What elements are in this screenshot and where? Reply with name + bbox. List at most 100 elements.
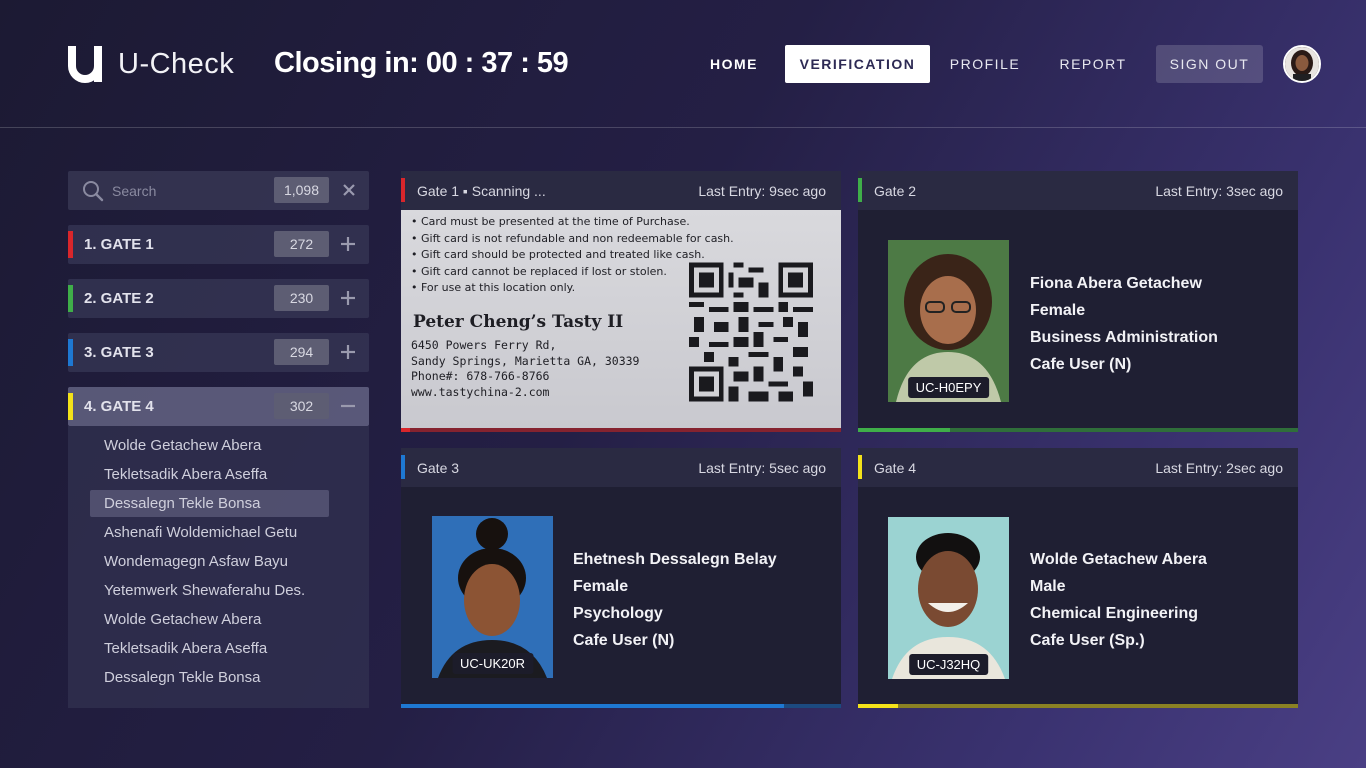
progress-fill	[858, 704, 898, 708]
nav-verification[interactable]: VERIFICATION	[785, 45, 930, 83]
gate-label: 3. GATE 3	[84, 344, 154, 361]
student-department: Chemical Engineering	[1030, 605, 1199, 622]
gate-color-stripe	[68, 339, 73, 366]
panel-title: Gate 3	[417, 460, 460, 476]
student-id-badge: UC-J32HQ	[908, 654, 989, 675]
gate-1-panel: Gate 1 ▪ Scanning ... Last Entry: 9sec a…	[401, 171, 841, 432]
sidebar-gate-1[interactable]: 1. GATE 1 272	[68, 225, 369, 264]
list-item[interactable]: Tekletsadik Abera Aseffa	[90, 635, 329, 662]
list-item[interactable]: Ashenafi Woldemichael Getu	[90, 519, 329, 546]
list-item[interactable]: Dessalegn Tekle Bonsa	[90, 490, 329, 517]
gate-count-badge: 272	[274, 231, 329, 257]
gate-count-badge: 230	[274, 285, 329, 311]
search-field[interactable]: Search 1,098	[68, 171, 369, 210]
panel-header: Gate 2 Last Entry: 3sec ago	[858, 171, 1298, 210]
gate-4-panel: Gate 4 Last Entry: 2sec ago UC-J32HQ Wol…	[858, 448, 1298, 708]
user-avatar[interactable]	[1283, 45, 1321, 83]
card-term-line: • Gift card cannot be replaced if lost o…	[411, 264, 667, 278]
student-department: Psychology	[573, 605, 663, 622]
gate-3-panel: Gate 3 Last Entry: 5sec ago UC-UK20R Ehe…	[401, 448, 841, 708]
student-department: Business Administration	[1030, 329, 1218, 346]
panel-header: Gate 1 ▪ Scanning ... Last Entry: 9sec a…	[401, 171, 841, 210]
card-address-line: Sandy Springs, Marietta GA, 30339	[411, 353, 640, 368]
student-user-type: Cafe User (N)	[573, 632, 675, 649]
gate-count-badge: 294	[274, 339, 329, 365]
student-gender: Female	[573, 578, 629, 595]
app-logo[interactable]: U-Check	[66, 44, 234, 84]
card-term-line: • Gift card is not refundable and non re…	[411, 231, 734, 245]
gate-1-progress	[401, 428, 841, 432]
card-address-line: 6450 Powers Ferry Rd,	[411, 338, 557, 352]
minus-icon[interactable]	[340, 398, 356, 414]
nav-profile[interactable]: PROFILE	[948, 45, 1022, 83]
list-item[interactable]: Wolde Getachew Abera	[90, 606, 329, 633]
card-term-line: • For use at this location only.	[411, 281, 576, 294]
card-address: 6450 Powers Ferry Rd, Sandy Springs, Mar…	[411, 338, 639, 400]
gate-2-progress	[858, 428, 1298, 432]
sidebar-gate-3[interactable]: 3. GATE 3 294	[68, 333, 369, 372]
gate-label: 4. GATE 4	[84, 398, 154, 415]
student-gender: Female	[1030, 302, 1086, 319]
student-info: Wolde Getachew Abera Male Chemical Engin…	[1030, 550, 1207, 658]
gate-color-stripe	[68, 285, 73, 312]
list-item[interactable]: Wolde Getachew Abera	[90, 432, 329, 459]
plus-icon[interactable]	[340, 344, 356, 360]
gate-3-progress	[401, 704, 841, 708]
sidebar-gate-4[interactable]: 4. GATE 4 302	[68, 387, 369, 426]
card-terms: • Card must be presented at the time of …	[411, 214, 734, 297]
student-gender: Male	[1030, 578, 1066, 595]
student-info: Ehetnesh Dessalegn Belay Female Psycholo…	[573, 550, 777, 658]
last-entry: Last Entry: 5sec ago	[698, 460, 826, 476]
u-logo-icon	[68, 46, 102, 83]
qr-code-icon	[689, 262, 813, 402]
list-item[interactable]: Wondemagegn Asfaw Bayu	[90, 548, 329, 575]
student-user-type: Cafe User (Sp.)	[1030, 632, 1145, 649]
list-item[interactable]: Tekletsadik Abera Aseffa	[90, 461, 329, 488]
search-input[interactable]: Search	[112, 183, 156, 199]
gate-label: 1. GATE 1	[84, 236, 154, 253]
card-shop-name: Peter Cheng’s Tasty II	[413, 312, 624, 332]
plus-icon[interactable]	[340, 236, 356, 252]
panel-title: Gate 2	[874, 183, 917, 199]
student-photo: UC-H0EPY	[888, 240, 1009, 402]
clear-search-icon[interactable]	[340, 181, 358, 199]
app-name: U-Check	[118, 47, 235, 80]
gate-color-stripe	[401, 178, 405, 202]
scanned-card-image: • Card must be presented at the time of …	[401, 210, 841, 428]
closing-countdown: Closing in: 00 : 37 : 59	[274, 47, 569, 79]
nav-report[interactable]: REPORT	[1058, 45, 1128, 83]
total-count-badge: 1,098	[274, 177, 329, 203]
gate-color-stripe	[68, 231, 73, 258]
avatar-portrait-icon	[1285, 47, 1319, 81]
panel-title: Gate 4	[874, 460, 917, 476]
student-name: Wolde Getachew Abera	[1030, 551, 1207, 568]
gate-color-stripe	[68, 393, 73, 420]
gate-color-stripe	[858, 178, 862, 202]
gate-label: 2. GATE 2	[84, 290, 154, 307]
gate-2-panel: Gate 2 Last Entry: 3sec ago UC-H0EPY Fio…	[858, 171, 1298, 432]
top-bar: U-Check Closing in: 00 : 37 : 59 HOME VE…	[0, 0, 1366, 128]
last-entry: Last Entry: 9sec ago	[698, 183, 826, 199]
gate-4-progress	[858, 704, 1298, 708]
card-address-line: Phone#: 678-766-8766	[411, 369, 550, 383]
last-entry: Last Entry: 3sec ago	[1155, 183, 1283, 199]
progress-fill	[401, 704, 784, 708]
student-user-type: Cafe User (N)	[1030, 356, 1132, 373]
student-name: Fiona Abera Getachew	[1030, 275, 1202, 292]
student-photo: UC-J32HQ	[888, 517, 1009, 679]
list-item[interactable]: Dessalegn Tekle Bonsa	[90, 664, 329, 691]
nav-home[interactable]: HOME	[700, 45, 768, 83]
card-address-line: www.tastychina-2.com	[411, 384, 550, 399]
sidebar-gate-2[interactable]: 2. GATE 2 230	[68, 279, 369, 318]
student-info: Fiona Abera Getachew Female Business Adm…	[1030, 274, 1218, 382]
sign-out-button[interactable]: SIGN OUT	[1156, 45, 1263, 83]
student-id-badge: UC-UK20R	[451, 653, 534, 674]
last-entry: Last Entry: 2sec ago	[1155, 460, 1283, 476]
card-term-line: • Card must be presented at the time of …	[411, 215, 690, 228]
gate-count-badge: 302	[274, 393, 329, 419]
student-id-badge: UC-H0EPY	[907, 377, 990, 398]
list-item[interactable]: Yetemwerk Shewaferahu Des.	[90, 577, 329, 604]
progress-fill	[401, 428, 410, 432]
plus-icon[interactable]	[340, 290, 356, 306]
card-term-line: • Gift card should be protected and trea…	[411, 248, 705, 261]
